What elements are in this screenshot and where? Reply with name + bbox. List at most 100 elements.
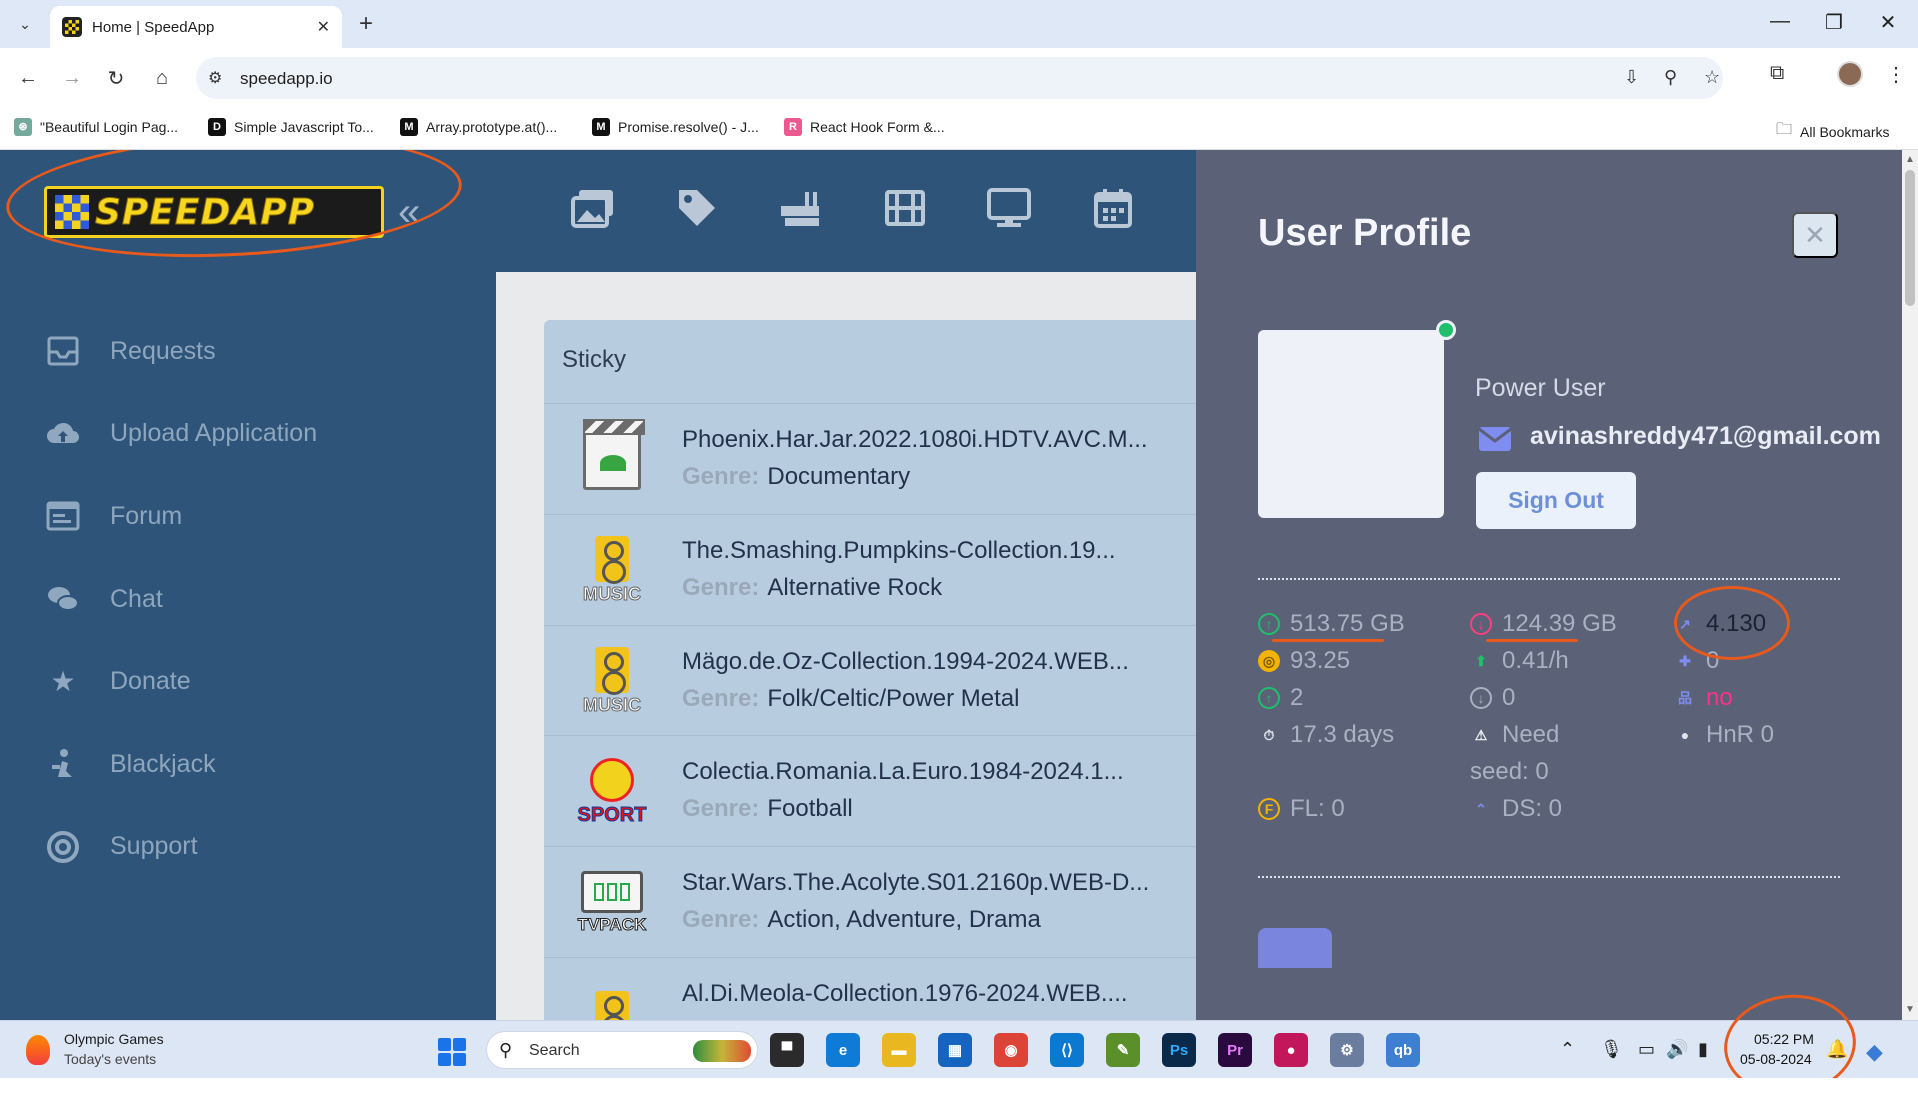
- stat-bonus: ◎ 93.25: [1258, 647, 1350, 675]
- speedapp-page: SPEEDAPP « Requests Upload Application F…: [0, 150, 1918, 1020]
- copilot-icon[interactable]: ◆: [1866, 1039, 1883, 1065]
- profile-action-button[interactable]: [1258, 928, 1332, 968]
- site-info-icon[interactable]: ⚙: [208, 68, 222, 88]
- profile-avatar[interactable]: [1837, 61, 1863, 87]
- battery-icon[interactable]: ▮: [1698, 1039, 1708, 1060]
- sidebar-item-blackjack[interactable]: Blackjack: [0, 723, 490, 806]
- settings-app-icon[interactable]: ⚙: [1330, 1033, 1364, 1067]
- file-explorer-icon[interactable]: ▬: [882, 1033, 916, 1067]
- page-scrollbar[interactable]: ▲ ▼: [1902, 150, 1918, 1020]
- address-bar[interactable]: ⚙ speedapp.io ⇩ ⚲ ☆: [196, 57, 1723, 99]
- torrent-row[interactable]: SPORT Colectia.Romania.La.Euro.1984-2024…: [544, 736, 1204, 848]
- install-app-icon[interactable]: ⇩: [1624, 67, 1639, 88]
- stat-uploaded: ↑ 513.75 GB: [1258, 610, 1405, 638]
- tray-expand-icon[interactable]: ⌃: [1560, 1039, 1575, 1060]
- torrent-name[interactable]: Phoenix.Har.Jar.2022.1080i.HDTV.AVC.M...: [682, 426, 1172, 454]
- qbittorrent-icon[interactable]: qb: [1386, 1033, 1420, 1067]
- monitor-icon[interactable]: [984, 186, 1034, 230]
- bookmark-item[interactable]: R React Hook Form &...: [784, 118, 945, 136]
- torrent-row[interactable]: Al.Di.Meola-Collection.1976-2024.WEB....: [544, 958, 1204, 1020]
- browser-tab-active[interactable]: Home | SpeedApp ✕: [50, 6, 342, 48]
- forward-button[interactable]: →: [56, 62, 88, 94]
- search-icon: ⚲: [499, 1040, 513, 1060]
- images-icon[interactable]: [568, 186, 618, 230]
- torrent-name[interactable]: The.Smashing.Pumpkins-Collection.19...: [682, 537, 1172, 565]
- chrome-icon[interactable]: ◉: [994, 1033, 1028, 1067]
- all-bookmarks[interactable]: 🗀 All Bookmarks: [1776, 118, 1889, 145]
- torrent-row[interactable]: Phoenix.Har.Jar.2022.1080i.HDTV.AVC.M...…: [544, 404, 1204, 515]
- torrent-name[interactable]: Mägo.de.Oz-Collection.1994-2024.WEB...: [682, 648, 1172, 676]
- react-hook-form-icon: R: [784, 118, 802, 136]
- recorder-icon[interactable]: ●: [1274, 1033, 1308, 1067]
- sidebar-item-upload-application[interactable]: Upload Application: [0, 393, 490, 476]
- annotation-underline: [1486, 639, 1578, 642]
- bookmark-item[interactable]: M Array.prototype.at()...: [400, 118, 557, 136]
- taskbar-search[interactable]: ⚲ Search: [486, 1031, 758, 1069]
- stat-downloaded: ↓ 124.39 GB: [1470, 610, 1617, 638]
- torrent-genre: Genre: Documentary: [682, 463, 911, 490]
- reload-button[interactable]: ↻: [100, 62, 132, 94]
- scrollbar-thumb[interactable]: [1905, 170, 1915, 306]
- tag-icon[interactable]: [672, 186, 722, 230]
- torrent-name[interactable]: Al.Di.Meola-Collection.1976-2024.WEB....: [682, 980, 1172, 1008]
- back-button[interactable]: ←: [12, 62, 44, 94]
- microphone-icon[interactable]: 🎙: [1600, 1039, 1623, 1060]
- tab-search-chevron-icon[interactable]: ⌄: [10, 9, 40, 39]
- widget-subtitle: Today's events: [64, 1051, 157, 1067]
- tab-close-icon[interactable]: ✕: [317, 17, 330, 37]
- task-view-icon[interactable]: ▀: [770, 1033, 804, 1067]
- bookmark-item[interactable]: D Simple Javascript To...: [208, 118, 374, 136]
- sign-out-button[interactable]: Sign Out: [1476, 472, 1636, 529]
- speedapp-logo[interactable]: SPEEDAPP: [44, 186, 384, 238]
- top-nav: [490, 150, 1194, 272]
- photoshop-icon[interactable]: Ps: [1162, 1033, 1196, 1067]
- sport-thumb-icon: SPORT: [574, 754, 650, 830]
- extensions-icon[interactable]: ⧉: [1770, 62, 1784, 85]
- sticky-torrents-card: Sticky Phoenix.Har.Jar.2022.1080i.HDTV.A…: [544, 320, 1204, 1020]
- torrent-row[interactable]: TVPACK Star.Wars.The.Acolyte.S01.2160p.W…: [544, 847, 1204, 958]
- maximize-button[interactable]: ❐: [1816, 10, 1852, 35]
- minimize-button[interactable]: —: [1762, 10, 1798, 33]
- browser-menu-icon[interactable]: ⋮: [1886, 62, 1906, 87]
- annotation-underline: [1272, 639, 1384, 642]
- scroll-up-icon[interactable]: ▲: [1905, 154, 1915, 165]
- store-icon[interactable]: ▦: [938, 1033, 972, 1067]
- gun-icon[interactable]: [776, 186, 826, 230]
- stat-leeching: ↓ 0: [1470, 684, 1515, 712]
- film-icon[interactable]: [880, 186, 930, 230]
- torrent-row[interactable]: MUSIC The.Smashing.Pumpkins-Collection.1…: [544, 515, 1204, 626]
- premiere-icon[interactable]: Pr: [1218, 1033, 1252, 1067]
- bookmark-item[interactable]: ⊛ "Beautiful Login Pag...: [14, 118, 178, 136]
- logo-checker-icon: [55, 195, 89, 229]
- bookmark-star-icon[interactable]: ☆: [1704, 67, 1720, 88]
- sidebar-item-forum[interactable]: Forum: [0, 475, 490, 558]
- widget-title[interactable]: Olympic Games: [64, 1031, 164, 1047]
- torrent-name[interactable]: Star.Wars.The.Acolyte.S01.2160p.WEB-D...: [682, 869, 1172, 897]
- olympic-torch-icon[interactable]: [26, 1035, 50, 1065]
- home-button[interactable]: ⌂: [146, 62, 178, 94]
- windows-start-icon[interactable]: [438, 1038, 466, 1066]
- zoom-icon[interactable]: ⚲: [1664, 67, 1677, 88]
- close-window-button[interactable]: ✕: [1870, 10, 1906, 35]
- new-tab-button[interactable]: +: [352, 10, 380, 38]
- volume-icon[interactable]: 🔊: [1666, 1039, 1688, 1060]
- user-avatar[interactable]: [1258, 330, 1444, 518]
- stopwatch-icon: ⏱: [1263, 726, 1275, 743]
- bookmark-item[interactable]: M Promise.resolve() - J...: [592, 118, 759, 136]
- sidebar-item-donate[interactable]: ★ Donate: [0, 640, 490, 723]
- chat-icon: [46, 582, 80, 616]
- torrent-row[interactable]: MUSIC Mägo.de.Oz-Collection.1994-2024.WE…: [544, 626, 1204, 737]
- torrent-genre: Genre: Alternative Rock: [682, 573, 943, 601]
- close-profile-button[interactable]: ✕: [1792, 212, 1838, 258]
- network-tray-icon[interactable]: ▭: [1638, 1039, 1655, 1060]
- sidebar-item-requests[interactable]: Requests: [0, 310, 490, 393]
- scroll-down-icon[interactable]: ▼: [1905, 1004, 1915, 1015]
- collapse-sidebar-button[interactable]: «: [398, 190, 420, 235]
- edge-icon[interactable]: e: [826, 1033, 860, 1067]
- notepad-icon[interactable]: ✎: [1106, 1033, 1140, 1067]
- vscode-icon[interactable]: ⟨⟩: [1050, 1033, 1084, 1067]
- calendar-icon[interactable]: [1088, 186, 1138, 230]
- torrent-name[interactable]: Colectia.Romania.La.Euro.1984-2024.1...: [682, 758, 1172, 786]
- sidebar-item-support[interactable]: Support: [0, 806, 490, 889]
- sidebar-item-chat[interactable]: Chat: [0, 558, 490, 641]
